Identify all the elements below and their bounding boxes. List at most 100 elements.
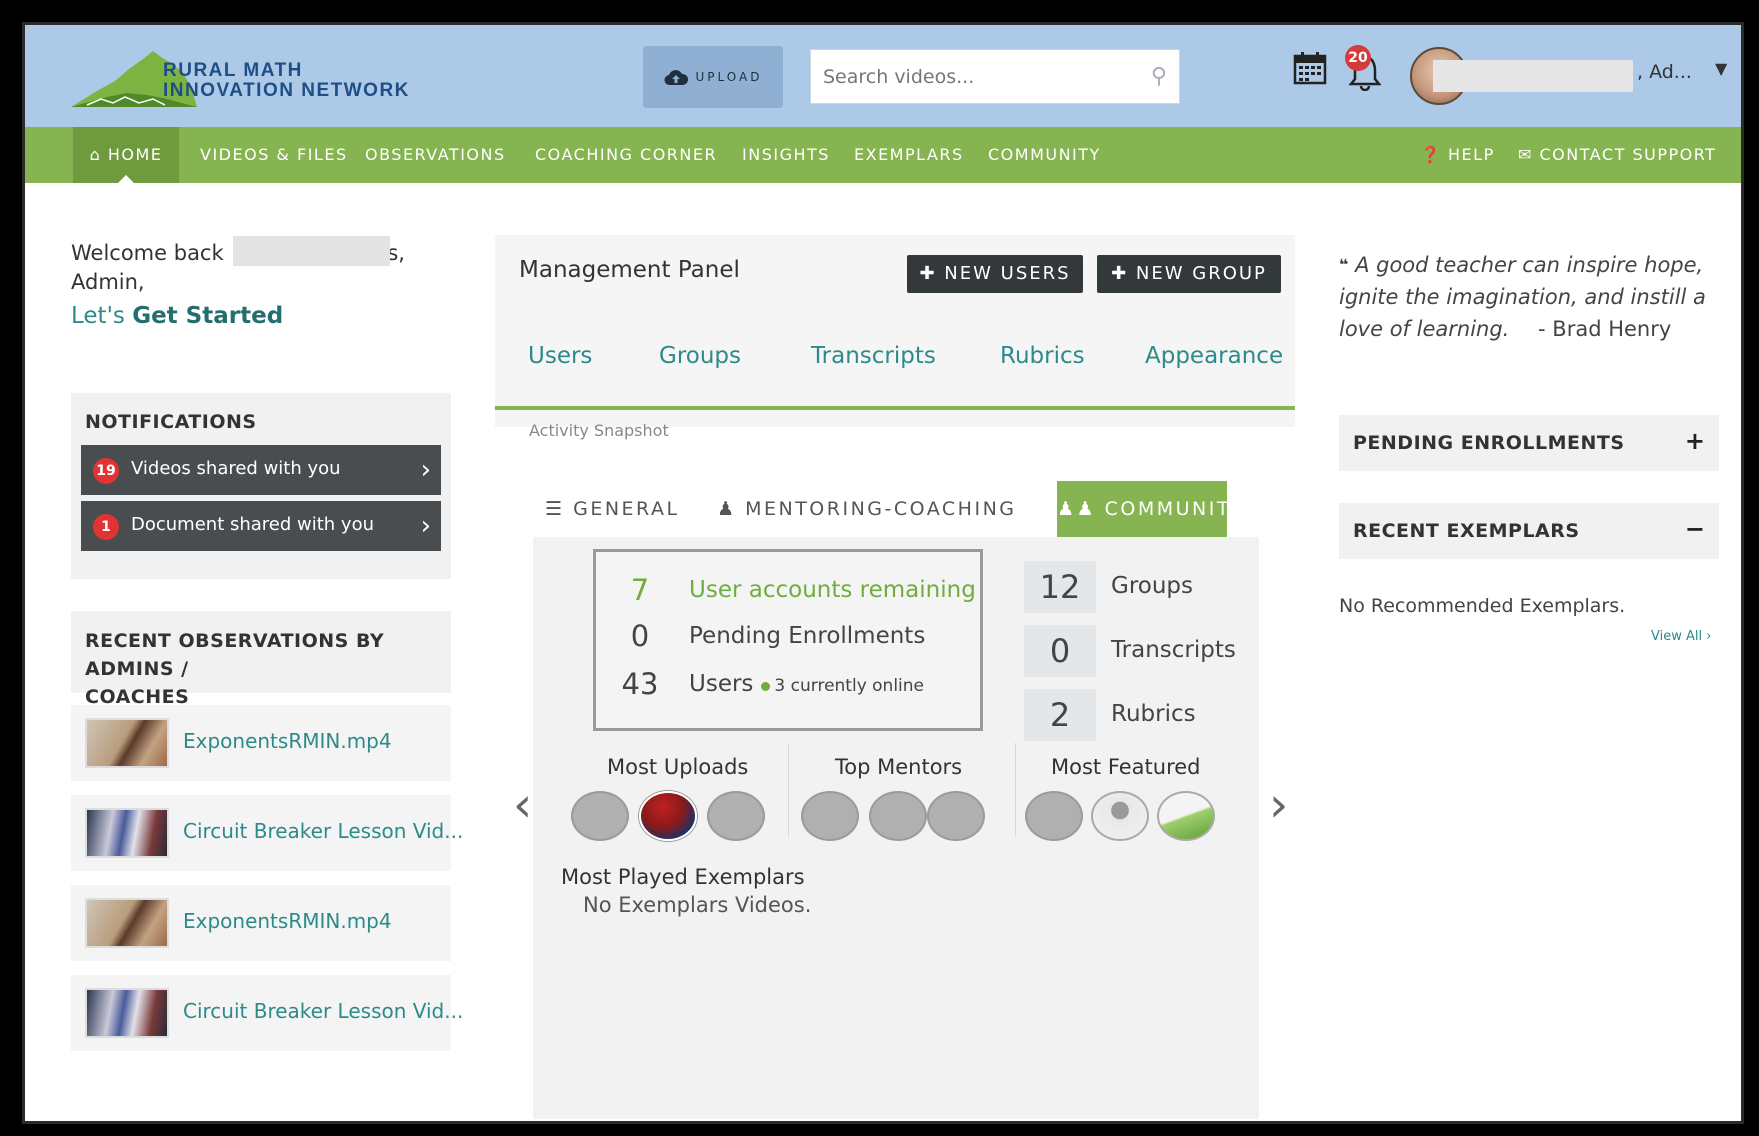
tab-users[interactable]: Users (528, 343, 592, 369)
pending-enrollments-panel[interactable]: PENDING ENROLLMENTS + (1339, 415, 1719, 471)
active-nav-pointer (118, 175, 134, 183)
inspirational-quote: ❝ A good teacher can inspire hope, ignit… (1339, 253, 1706, 341)
question-circle-icon: ❓ (1420, 145, 1442, 164)
activity-snapshot-label: Activity Snapshot (529, 421, 669, 440)
count-badge: 19 (93, 458, 119, 484)
nav-coaching-corner[interactable]: COACHING CORNER (535, 127, 717, 183)
tab-underline (495, 406, 1295, 410)
users-label: Users 3 currently online (689, 671, 925, 697)
chevron-right-icon: › (420, 455, 431, 485)
subtab-community[interactable]: ♟♟ COMMUNITY (1057, 481, 1243, 537)
list-item[interactable]: Circuit Breaker Lesson Vid... (71, 795, 463, 871)
envelope-icon: ✉ (1518, 145, 1533, 164)
tab-appearance[interactable]: Appearance (1145, 343, 1283, 369)
remaining-count: 7 (630, 573, 650, 607)
user-name[interactable]: , Ad... (1637, 61, 1692, 83)
video-thumbnail[interactable] (85, 988, 169, 1038)
logo-text[interactable]: RURAL MATH INNOVATION NETWORK (163, 61, 410, 101)
notification-videos-shared[interactable]: 19 Videos shared with you › (81, 445, 441, 495)
rubrics-count: 2 (1024, 689, 1096, 741)
column-divider (1015, 743, 1016, 837)
quote-icon: ❝ (1339, 255, 1349, 274)
nav-videos-files[interactable]: VIDEOS & FILES (200, 127, 348, 183)
chevron-down-icon[interactable]: ▼ (1715, 59, 1727, 78)
search-input[interactable] (811, 50, 1145, 103)
tab-groups[interactable]: Groups (659, 343, 741, 369)
recent-observations-title: RECENT OBSERVATIONS BY ADMINS / COACHES (85, 630, 385, 708)
video-thumbnail[interactable] (85, 808, 169, 858)
observation-link[interactable]: Circuit Breaker Lesson Vid... (183, 999, 463, 1023)
list-icon: ☰ (545, 498, 565, 520)
cloud-upload-icon (664, 70, 688, 86)
video-thumbnail[interactable] (85, 718, 169, 768)
top-mentors-title: Top Mentors (835, 755, 963, 779)
count-badge: 1 (93, 514, 119, 540)
chevron-right-icon: › (420, 511, 431, 541)
tab-rubrics[interactable]: Rubrics (1000, 343, 1085, 369)
groups-count: 12 (1024, 561, 1096, 613)
home-icon: ⌂ (89, 145, 102, 164)
pending-label: Pending Enrollments (689, 623, 926, 649)
most-featured-title: Most Featured (1051, 755, 1201, 779)
subtab-mentoring-coaching[interactable]: ♟ MENTORING-COACHING (717, 481, 1017, 537)
avatar[interactable] (1091, 791, 1149, 841)
chevron-right-icon[interactable]: › (1269, 777, 1288, 833)
avatar[interactable] (869, 791, 927, 841)
users-count: 43 (621, 667, 659, 701)
list-item[interactable]: ExponentsRMIN.mp4 (71, 705, 451, 781)
plus-icon: ✚ (1111, 263, 1129, 284)
get-started-link[interactable]: Let's Get Started (71, 303, 283, 329)
redacted-name (233, 236, 390, 266)
management-panel-title: Management Panel (519, 257, 740, 283)
recent-exemplars-panel[interactable]: RECENT EXEMPLARS − (1339, 503, 1719, 559)
users-icon: ♟ (717, 498, 737, 520)
transcripts-label[interactable]: Transcripts (1111, 637, 1236, 663)
nav-community[interactable]: COMMUNITY (988, 127, 1101, 183)
chevron-left-icon[interactable]: ‹ (513, 777, 532, 833)
app-window: RURAL MATH INNOVATION NETWORK UPLOAD ⚲ 2… (22, 22, 1744, 1124)
avatar[interactable] (571, 791, 629, 841)
nav-insights[interactable]: INSIGHTS (742, 127, 830, 183)
rubrics-label[interactable]: Rubrics (1111, 701, 1196, 727)
most-uploads-title: Most Uploads (607, 755, 749, 779)
avatar[interactable] (707, 791, 765, 841)
view-all-link[interactable]: View All › (1651, 629, 1711, 644)
avatar[interactable] (1157, 791, 1215, 841)
groups-label[interactable]: Groups (1111, 573, 1193, 599)
no-recommended-text: No Recommended Exemplars. (1339, 595, 1626, 617)
search-icon[interactable]: ⚲ (1151, 64, 1167, 89)
redacted-name (1433, 60, 1633, 92)
remaining-label: User accounts remaining (689, 577, 976, 603)
avatar[interactable] (639, 791, 697, 841)
tab-transcripts[interactable]: Transcripts (811, 343, 936, 369)
nav-contact-support[interactable]: ✉ CONTACT SUPPORT (1518, 127, 1716, 183)
upload-button[interactable]: UPLOAD (643, 46, 783, 108)
new-users-button[interactable]: ✚ NEW USERS (907, 255, 1083, 293)
online-dot-icon (761, 682, 771, 691)
avatar[interactable] (927, 791, 985, 841)
observation-link[interactable]: ExponentsRMIN.mp4 (183, 729, 392, 753)
observation-link[interactable]: ExponentsRMIN.mp4 (183, 909, 392, 933)
notification-count-badge[interactable]: 20 (1345, 45, 1371, 71)
search-box[interactable]: ⚲ (810, 49, 1180, 104)
nav-exemplars[interactable]: EXEMPLARS (854, 127, 964, 183)
nav-observations[interactable]: OBSERVATIONS (365, 127, 506, 183)
nav-help[interactable]: ❓ HELP (1420, 127, 1495, 183)
plus-icon[interactable]: + (1685, 427, 1705, 455)
transcripts-count: 0 (1024, 625, 1096, 677)
subtab-general[interactable]: ☰ GENERAL (545, 481, 680, 537)
calendar-icon[interactable] (1293, 51, 1327, 85)
online-status: 3 currently online (774, 676, 925, 696)
notification-document-shared[interactable]: 1 Document shared with you › (81, 501, 441, 551)
video-thumbnail[interactable] (85, 898, 169, 948)
avatar[interactable] (801, 791, 859, 841)
minus-icon[interactable]: − (1685, 515, 1705, 543)
observation-link[interactable]: Circuit Breaker Lesson Vid... (183, 819, 463, 843)
list-item[interactable]: Circuit Breaker Lesson Vid... (71, 975, 463, 1051)
column-divider (788, 743, 789, 837)
avatar[interactable] (1025, 791, 1083, 841)
recent-observations-header: RECENT OBSERVATIONS BY ADMINS / COACHES (71, 611, 451, 708)
list-item[interactable]: ExponentsRMIN.mp4 (71, 885, 451, 961)
new-group-button[interactable]: ✚ NEW GROUP (1097, 255, 1281, 293)
plus-icon: ✚ (919, 263, 937, 284)
